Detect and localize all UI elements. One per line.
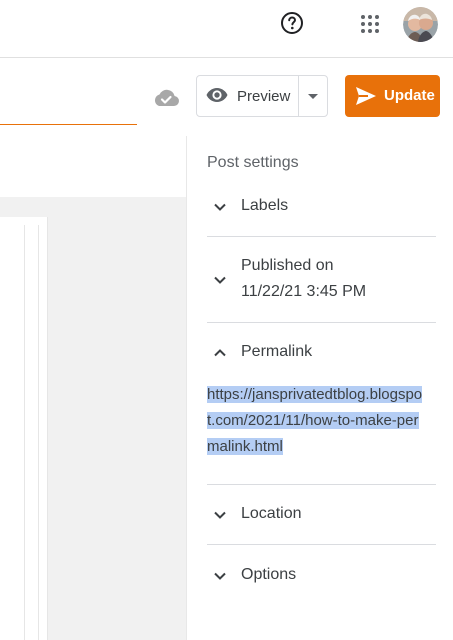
preview-button-group: Preview <box>196 75 328 117</box>
chevron-down-icon <box>214 276 226 284</box>
avatar[interactable] <box>403 7 438 42</box>
location-label: Location <box>241 505 302 522</box>
editor-page-edge <box>38 225 39 640</box>
title-input-underline <box>0 124 137 125</box>
permalink-label: Permalink <box>241 343 313 360</box>
send-icon <box>356 87 376 105</box>
section-divider <box>207 484 436 485</box>
chevron-down-icon <box>214 572 226 580</box>
update-button-label: Update <box>384 87 435 104</box>
section-divider <box>207 544 436 545</box>
labels-section[interactable]: Labels <box>207 194 436 236</box>
editor-page-edge <box>24 225 25 640</box>
location-section[interactable]: Location <box>207 502 436 544</box>
apps-icon[interactable] <box>360 14 380 34</box>
section-divider <box>207 236 436 237</box>
cloud-saved-icon <box>154 89 179 106</box>
preview-button-label: Preview <box>237 88 291 105</box>
permalink-url[interactable]: https://jansprivatedtblog.blogspot.com/2… <box>207 382 429 460</box>
top-bar <box>0 0 453 58</box>
section-divider <box>207 322 436 323</box>
chevron-down-icon <box>214 511 226 519</box>
permalink-url-text: https://jansprivatedtblog.blogspot.com/2… <box>207 386 423 455</box>
update-button[interactable]: Update <box>345 75 440 117</box>
preview-button[interactable]: Preview <box>197 76 299 116</box>
caret-down-icon <box>308 94 318 99</box>
help-icon[interactable] <box>280 11 304 35</box>
settings-panel-divider <box>186 136 187 640</box>
published-on-label: Published on <box>241 257 334 274</box>
options-section[interactable]: Options <box>207 563 436 593</box>
options-label: Options <box>241 566 297 583</box>
published-on-section[interactable]: Published on 11/22/21 3:45 PM <box>207 256 436 322</box>
preview-dropdown-button[interactable] <box>299 76 327 116</box>
chevron-up-icon <box>214 349 226 357</box>
post-settings-title: Post settings <box>207 154 299 171</box>
eye-icon <box>206 88 228 102</box>
published-on-value: 11/22/21 3:45 PM <box>241 283 367 300</box>
labels-label: Labels <box>241 197 289 214</box>
permalink-section[interactable]: Permalink <box>207 341 436 371</box>
chevron-down-icon <box>214 203 226 211</box>
